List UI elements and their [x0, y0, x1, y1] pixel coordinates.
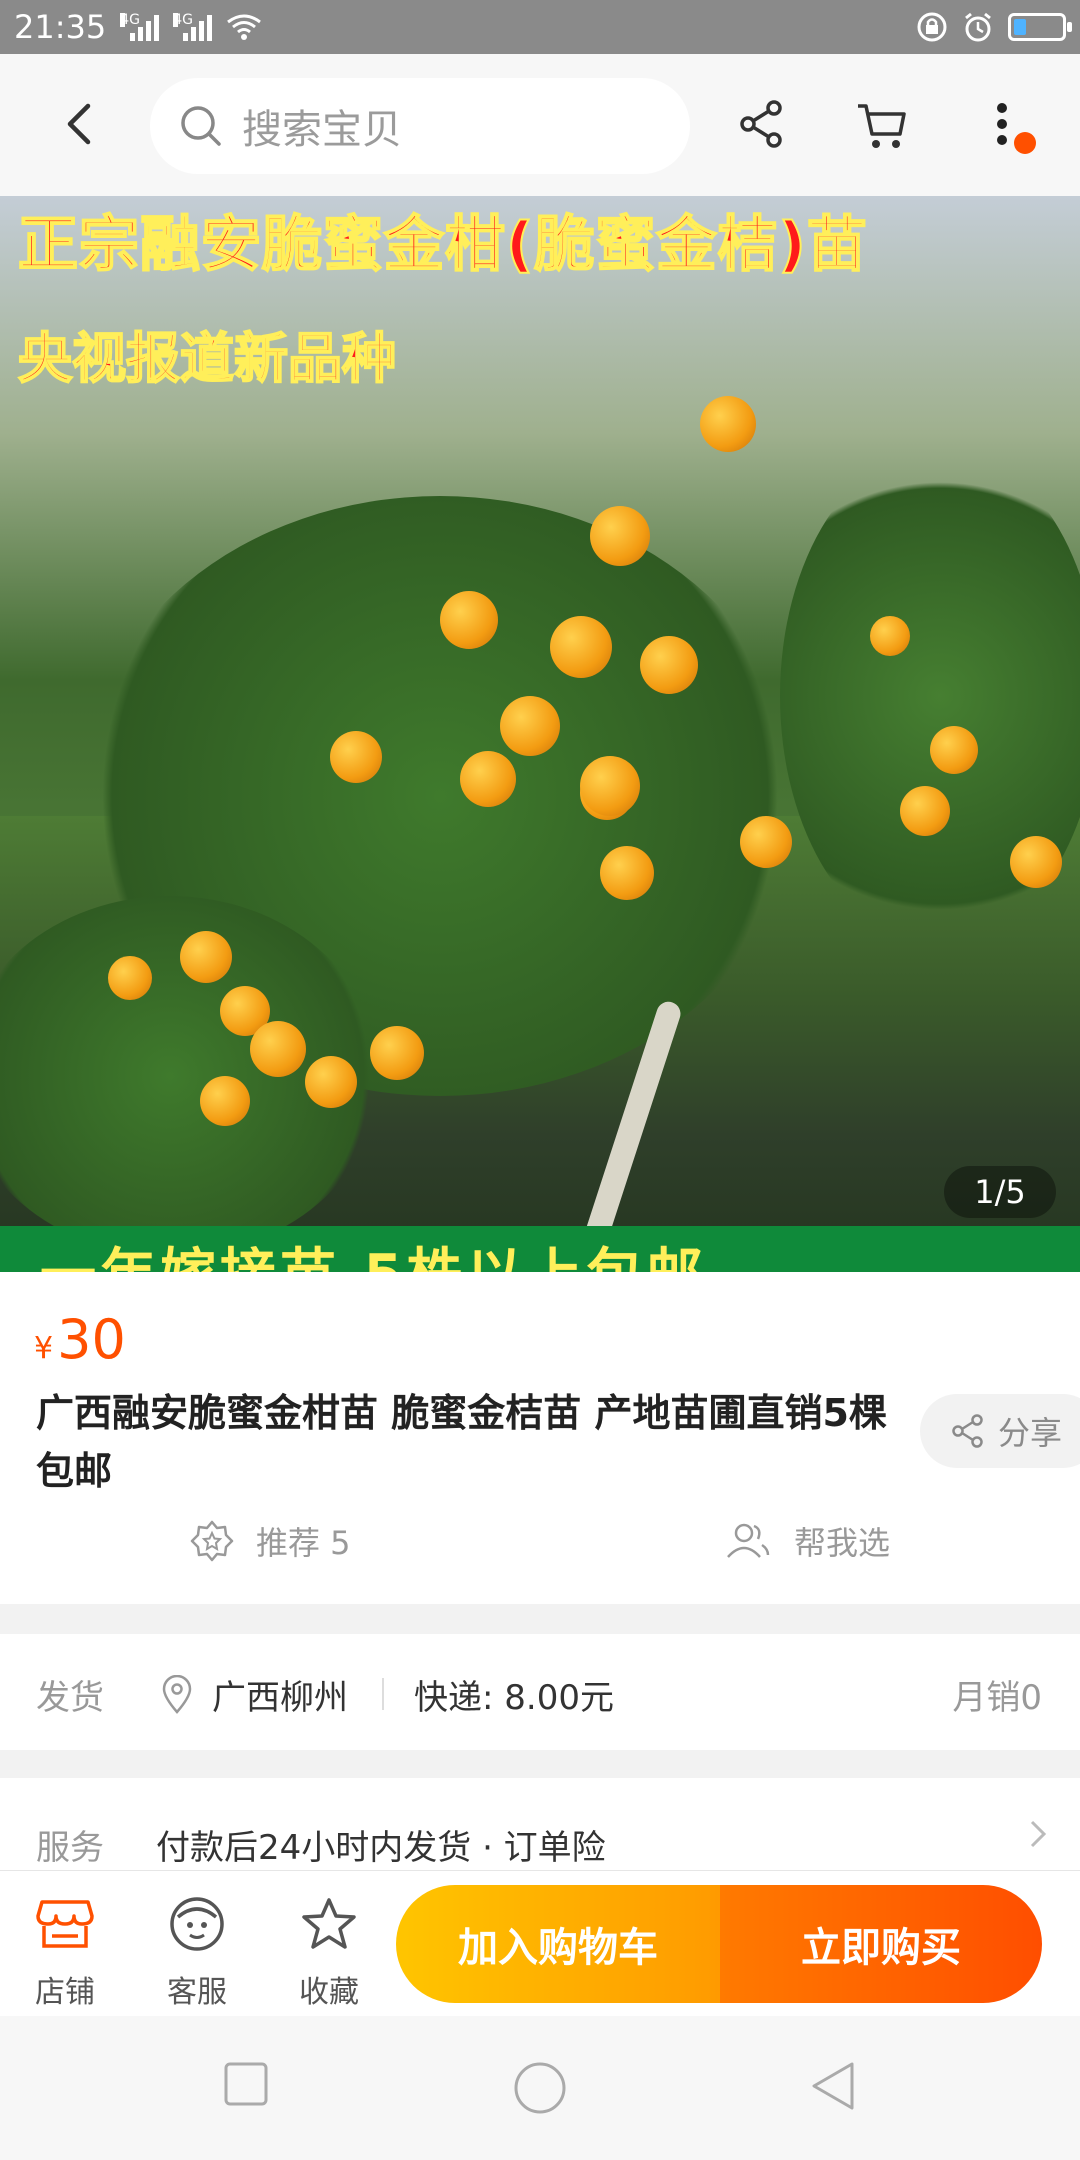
image-page-counter: 1/5 — [944, 1166, 1056, 1218]
recommend-label: 推荐 5 — [256, 1524, 351, 1562]
add-to-cart-button[interactable]: 加入购物车 — [396, 1885, 720, 2003]
orange-fruit — [500, 696, 560, 756]
product-actions: 推荐 5 帮我选 — [0, 1518, 1080, 1578]
store-label: 店铺 — [35, 1975, 95, 2010]
orange-fruit — [740, 816, 792, 868]
search-icon — [181, 106, 221, 146]
orange-fruit — [250, 1021, 306, 1077]
product-image-carousel[interactable]: 正宗融安脆蜜金柑(脆蜜金桔)苗 央视报道新品种 一年嫁接苗 5株以上包邮 — [0, 196, 1080, 1272]
shipping-location: 广西柳州 — [160, 1670, 348, 1719]
service-label: 服务 — [36, 1828, 104, 1868]
shipping-row[interactable]: 发货 广西柳州 快递: 8.00元 月销0 — [0, 1634, 1080, 1750]
orange-fruit — [330, 731, 382, 783]
shipping-location-text: 广西柳州 — [212, 1678, 348, 1718]
cart-icon[interactable] — [852, 94, 912, 154]
price: ¥30 — [34, 1308, 126, 1371]
search-placeholder: 搜索宝贝 — [242, 107, 402, 153]
shipping-label: 发货 — [36, 1678, 104, 1718]
recent-apps-icon[interactable] — [222, 2060, 270, 2108]
orange-fruit — [440, 591, 498, 649]
service-text: 付款后24小时内发货 · 订单险 — [156, 1828, 606, 1868]
network-type-label: 4G — [173, 12, 193, 28]
customer-service-button[interactable]: 客服 — [142, 1893, 252, 2011]
alarm-icon — [965, 12, 991, 42]
top-nav-bar: 搜索宝贝 — [0, 54, 1080, 196]
orange-fruit — [640, 636, 698, 694]
orange-fruit — [870, 616, 910, 656]
share-button[interactable]: 分享 — [920, 1394, 1080, 1468]
cell-signal-icon: 4G — [120, 12, 160, 41]
recommend-button[interactable]: 推荐 5 — [190, 1518, 351, 1564]
network-type-label: 4G — [120, 12, 140, 28]
orange-fruit — [305, 1056, 357, 1108]
lock-rotation-icon — [917, 12, 947, 42]
customer-service-icon — [170, 1897, 224, 1951]
orange-fruit — [1010, 836, 1062, 888]
buy-now-button[interactable]: 立即购买 — [720, 1885, 1042, 2003]
status-left: 21:35 4G 4G — [14, 8, 262, 46]
currency-symbol: ¥ — [34, 1331, 54, 1366]
search-box[interactable]: 搜索宝贝 — [150, 78, 690, 174]
star-icon — [302, 1898, 356, 1949]
back-arrow-icon[interactable] — [50, 94, 110, 154]
store-button[interactable]: 店铺 — [10, 1893, 120, 2011]
price-value: 30 — [57, 1308, 126, 1371]
chevron-right-icon — [1030, 1820, 1047, 1848]
share-icon — [952, 1414, 983, 1448]
orange-fruit — [700, 396, 756, 452]
product-title: 广西融安脆蜜金柑苗 脆蜜金桔苗 产地苗圃直销5棵包邮 — [36, 1391, 887, 1493]
favorite-label: 收藏 — [299, 1975, 359, 2010]
orange-fruit — [200, 1076, 250, 1126]
bottom-action-bar: 店铺 客服 收藏 加入购物车 立即购买 — [0, 1870, 1080, 2016]
image-overlay-bottom-text: 一年嫁接苗 5株以上包邮 — [40, 1230, 706, 1272]
system-nav-bar — [0, 2016, 1080, 2160]
monthly-sales: 月销0 — [952, 1678, 1042, 1718]
help-choose-button[interactable]: 帮我选 — [724, 1518, 890, 1564]
shipping-fee: 快递: 8.00元 — [414, 1678, 614, 1718]
customer-service-label: 客服 — [167, 1975, 227, 2010]
cell-signal-icon: 4G — [173, 12, 213, 41]
product-info-card: ¥30 广西融安脆蜜金柑苗 脆蜜金桔苗 产地苗圃直销5棵包邮 分享 推荐 5 帮… — [0, 1272, 1080, 1604]
orange-fruit — [108, 956, 152, 1000]
location-pin-icon — [162, 1674, 192, 1714]
image-overlay-subtitle: 央视报道新品种 — [17, 326, 397, 391]
orange-fruit — [600, 846, 654, 900]
orange-fruit — [180, 931, 232, 983]
people-icon — [727, 1523, 770, 1558]
share-icon[interactable] — [732, 94, 792, 154]
store-icon — [36, 1900, 94, 1948]
orange-fruit — [580, 756, 640, 816]
image-overlay-title: 正宗融安脆蜜金柑(脆蜜金桔)苗 — [17, 209, 868, 281]
back-triangle-icon[interactable] — [808, 2060, 858, 2112]
orange-fruit — [370, 1026, 424, 1080]
orange-fruit — [900, 786, 950, 836]
share-label: 分享 — [998, 1414, 1063, 1452]
divider — [382, 1678, 384, 1710]
orange-fruit — [590, 506, 650, 566]
battery-icon — [1008, 13, 1072, 41]
image-bottom-band: 一年嫁接苗 5株以上包邮 — [0, 1226, 1080, 1272]
status-time: 21:35 — [14, 8, 107, 46]
recommend-badge-icon — [190, 1520, 234, 1562]
home-icon[interactable] — [512, 2060, 568, 2116]
orange-fruit — [550, 616, 612, 678]
status-right — [916, 11, 1072, 43]
status-bar: 21:35 4G 4G — [0, 0, 1080, 54]
orange-fruit — [930, 726, 978, 774]
service-row[interactable]: 服务 付款后24小时内发货 · 订单险 — [0, 1778, 1080, 1870]
wifi-icon — [227, 14, 262, 40]
favorite-button[interactable]: 收藏 — [274, 1893, 384, 2011]
help-choose-label: 帮我选 — [794, 1524, 891, 1562]
notification-dot — [1014, 132, 1036, 154]
orange-fruit — [460, 751, 516, 807]
